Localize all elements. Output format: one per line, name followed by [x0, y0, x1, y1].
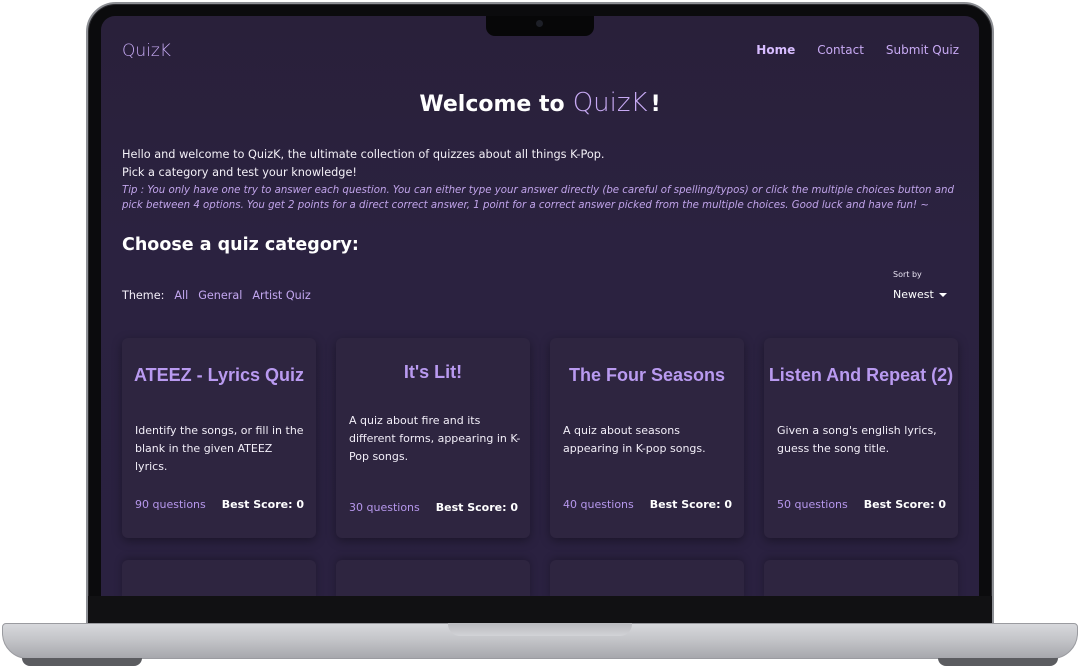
intro-text: Hello and welcome to QuizK, the ultimate… [122, 146, 962, 213]
quiz-card-partial[interactable] [122, 560, 316, 596]
nav-link-submit-quiz[interactable]: Submit Quiz [886, 43, 959, 57]
quiz-card-best-score: Best Score: 0 [863, 498, 946, 511]
quiz-card-questions: 30 questions [349, 501, 420, 514]
quiz-card-title: It's Lit! [403, 362, 463, 382]
quiz-card-title: The Four Seasons [568, 365, 726, 385]
site-logo[interactable]: QuizK [122, 41, 171, 61]
quiz-card[interactable]: Listen And Repeat (2) Given a song's eng… [764, 338, 958, 538]
sort-value: Newest [893, 288, 934, 301]
quiz-card-best-score: Best Score: 0 [435, 501, 518, 514]
quiz-card[interactable]: The Four Seasons A quiz about seasons ap… [550, 338, 744, 538]
quiz-card-questions: 40 questions [563, 498, 634, 511]
quiz-card-partial[interactable] [336, 560, 530, 596]
chevron-down-icon [938, 292, 947, 297]
quiz-card-description: A quiz about seasons appearing in K-pop … [563, 424, 706, 455]
intro-tip: Tip : You only have one try to answer ea… [122, 185, 954, 211]
quiz-card-partial[interactable] [550, 560, 744, 596]
quiz-card-best-score: Best Score: 0 [221, 498, 304, 511]
quiz-card-description: A quiz about fire and its different form… [349, 414, 521, 463]
quiz-card[interactable]: ATEEZ - Lyrics Quiz Identify the songs, … [122, 338, 316, 538]
quiz-card-partial[interactable] [764, 560, 958, 596]
page-title: Welcome to QuizK! [101, 88, 979, 118]
laptop-groove [448, 623, 632, 636]
welcome-brand: QuizK [572, 88, 648, 118]
sort-dropdown[interactable]: Newest [893, 288, 947, 301]
quiz-card[interactable]: It's Lit! A quiz about fire and its diff… [336, 338, 530, 538]
welcome-prefix: Welcome to [419, 92, 565, 117]
quiz-card-title: Listen And Repeat (2) [768, 365, 954, 385]
laptop-bezel [88, 596, 992, 624]
sort-label: Sort by [893, 270, 922, 279]
theme-general[interactable]: General [198, 289, 242, 302]
screen: QuizK Home Contact Submit Quiz Welcome t… [101, 16, 979, 596]
quiz-card-title: ATEEZ - Lyrics Quiz [133, 365, 305, 385]
theme-all[interactable]: All [174, 289, 188, 302]
theme-filter: Theme: All General Artist Quiz [122, 289, 311, 302]
welcome-suffix: ! [650, 92, 661, 117]
theme-label: Theme: [122, 289, 165, 302]
laptop-foot-right [938, 658, 1058, 666]
nav-link-home[interactable]: Home [756, 43, 795, 57]
nav-links: Home Contact Submit Quiz [756, 43, 959, 57]
nav-link-contact[interactable]: Contact [817, 43, 864, 57]
category-heading: Choose a quiz category: [122, 235, 359, 255]
theme-artist-quiz[interactable]: Artist Quiz [252, 289, 310, 302]
laptop-foot-left [22, 658, 142, 666]
camera-icon [536, 20, 543, 27]
quiz-card-description: Identify the songs, or fill in the blank… [135, 424, 304, 473]
intro-line-1: Hello and welcome to QuizK, the ultimate… [122, 148, 605, 161]
intro-line-2: Pick a category and test your knowledge! [122, 166, 357, 179]
quiz-card-questions: 90 questions [135, 498, 206, 511]
quiz-card-questions: 50 questions [777, 498, 848, 511]
quiz-card-description: Given a song's english lyrics, guess the… [777, 424, 937, 455]
quiz-card-best-score: Best Score: 0 [649, 498, 732, 511]
